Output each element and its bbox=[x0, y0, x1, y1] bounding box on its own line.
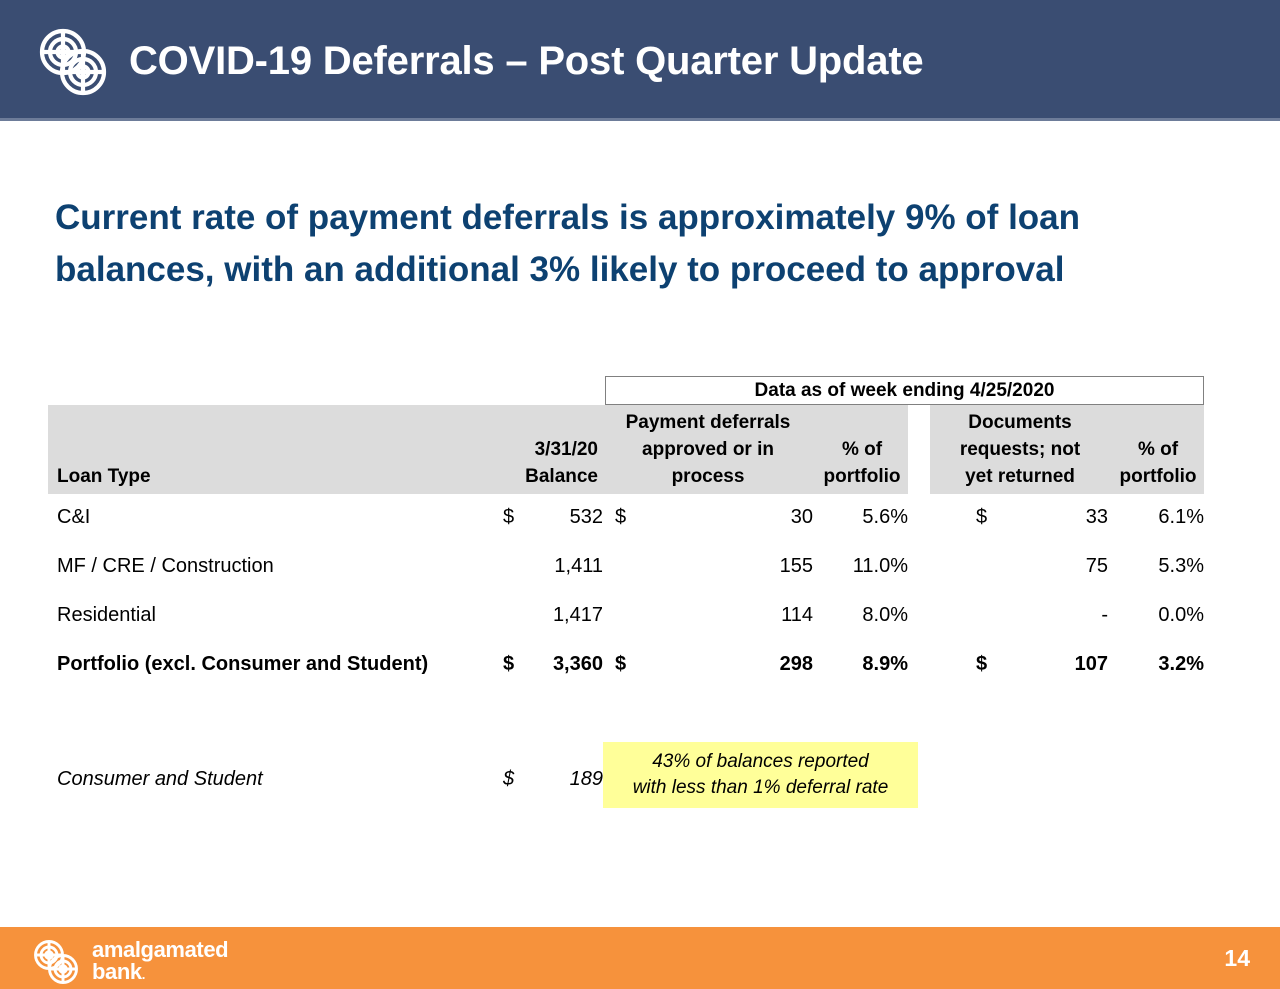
highlight-line-2: with less than 1% deferral rate bbox=[632, 777, 889, 798]
cell-pct-portfolio-2: 6.1% bbox=[1158, 506, 1204, 528]
table-body: C&I $ 532 $ 30 5.6% $ 33 6.1% MF / CRE /… bbox=[48, 494, 1204, 812]
cell-balance: 1,411 bbox=[554, 555, 603, 577]
cell-deferrals: 114 bbox=[781, 604, 813, 626]
highlight-callout: 43% of balances reported with less than … bbox=[603, 742, 918, 808]
column-header-docs-line2: requests; not bbox=[959, 439, 1081, 460]
column-header-docs-line3: yet returned bbox=[965, 466, 1075, 487]
slide-title-bar: COVID-19 Deferrals – Post Quarter Update bbox=[0, 0, 1280, 118]
table-row: Residential 1,417 114 8.0% - 0.0% bbox=[48, 592, 1204, 641]
cell-pct-portfolio-1: 8.9% bbox=[862, 653, 908, 675]
table-row-spacer bbox=[48, 690, 1204, 742]
page-number: 14 bbox=[1224, 945, 1250, 971]
slide-footer: amalgamated bank. 14 bbox=[0, 927, 1280, 989]
table-banner-row: Data as of week ending 4/25/2020 bbox=[48, 376, 1204, 405]
cell-deferrals: 155 bbox=[779, 555, 813, 577]
column-header-document-requests: Documents requests; not yet returned bbox=[932, 409, 1108, 490]
cell-deferrals: 30 bbox=[790, 506, 813, 528]
cell-pct-portfolio-1: 8.0% bbox=[862, 604, 908, 626]
cell-loan-type: Portfolio (excl. Consumer and Student) bbox=[57, 653, 429, 675]
cell-balance: 3,360 bbox=[552, 653, 603, 675]
data-as-of-banner: Data as of week ending 4/25/2020 bbox=[605, 376, 1204, 405]
amalgamated-bank-wordmark: amalgamated bank. bbox=[92, 937, 229, 986]
wordmark-line-2-text: bank bbox=[92, 959, 142, 984]
cell-pct-portfolio-1: 5.6% bbox=[862, 506, 908, 528]
headline-line-2: balances, with an additional 3% likely t… bbox=[55, 250, 1065, 289]
cell-balance: 1,417 bbox=[552, 604, 603, 626]
column-header-loan-type: Loan Type bbox=[57, 463, 151, 490]
cell-loan-type: C&I bbox=[57, 506, 91, 528]
amalgamated-spiral-logo-icon bbox=[30, 938, 86, 986]
column-header-docs-line1: Documents bbox=[968, 412, 1072, 433]
title-bar-underline bbox=[0, 118, 1280, 121]
wordmark-dot: . bbox=[141, 967, 146, 982]
table-row: MF / CRE / Construction 1,411 155 11.0% … bbox=[48, 543, 1204, 592]
deferrals-table: Data as of week ending 4/25/2020 Loan Ty… bbox=[48, 376, 1204, 812]
table-header-band: Loan Type 3/31/20 Balance Payment deferr… bbox=[48, 405, 1204, 494]
column-header-payment-deferrals: Payment deferrals approved or in process bbox=[603, 409, 813, 490]
cell-pct-portfolio-2: 0.0% bbox=[1158, 604, 1204, 626]
column-header-pct-portfolio-docs: % of portfolio bbox=[1112, 436, 1204, 490]
headline-line-1: Current rate of payment deferrals is app… bbox=[55, 198, 1081, 237]
column-header-pct1-line1: % of bbox=[841, 439, 883, 460]
cell-balance: 189 bbox=[569, 768, 603, 790]
table-row: C&I $ 532 $ 30 5.6% $ 33 6.1% bbox=[48, 494, 1204, 543]
column-header-balance-line2: Balance bbox=[525, 466, 598, 487]
wordmark-line-2: bank. bbox=[92, 961, 228, 986]
cell-loan-type: Consumer and Student bbox=[57, 768, 263, 790]
cell-balance: 532 bbox=[569, 506, 603, 528]
cell-loan-type: MF / CRE / Construction bbox=[57, 555, 274, 577]
cell-deferrals: 298 bbox=[779, 653, 813, 675]
slide-canvas: COVID-19 Deferrals – Post Quarter Update… bbox=[0, 0, 1280, 989]
table-row-consumer-student: Consumer and Student $ 189 43% of balanc… bbox=[48, 742, 1204, 812]
column-header-balance: 3/31/20 Balance bbox=[468, 436, 598, 490]
column-header-pct2-line1: % of bbox=[1137, 439, 1179, 460]
cell-pct-portfolio-1: 11.0% bbox=[852, 555, 908, 577]
amalgamated-spiral-logo-icon bbox=[33, 26, 119, 100]
column-header-pct2-line2: portfolio bbox=[1119, 466, 1197, 487]
column-header-deferrals-line3: process bbox=[671, 466, 745, 487]
cell-pct-portfolio-2: 5.3% bbox=[1158, 555, 1204, 577]
column-header-deferrals-line1: Payment deferrals bbox=[625, 412, 791, 433]
cell-pct-portfolio-2: 3.2% bbox=[1158, 653, 1204, 675]
column-header-deferrals-line2: approved or in bbox=[642, 439, 774, 460]
column-header-balance-line1: 3/31/20 bbox=[534, 439, 598, 460]
highlight-line-1: 43% of balances reported bbox=[652, 751, 869, 772]
cell-docs: - bbox=[1101, 604, 1108, 626]
column-header-loan-type-label: Loan Type bbox=[57, 466, 151, 487]
column-header-pct1-line2: portfolio bbox=[823, 466, 901, 487]
cell-docs: 107 bbox=[1074, 653, 1108, 675]
page-title: COVID-19 Deferrals – Post Quarter Update bbox=[129, 39, 924, 83]
wordmark-line-1: amalgamated bbox=[92, 937, 229, 962]
column-header-pct-portfolio-deferrals: % of portfolio bbox=[816, 436, 908, 490]
headline: Current rate of payment deferrals is app… bbox=[55, 192, 1215, 296]
table-row-total: Portfolio (excl. Consumer and Student) $… bbox=[48, 641, 1204, 690]
cell-loan-type: Residential bbox=[57, 604, 156, 626]
cell-docs: 75 bbox=[1085, 555, 1108, 577]
cell-docs: 33 bbox=[1085, 506, 1108, 528]
